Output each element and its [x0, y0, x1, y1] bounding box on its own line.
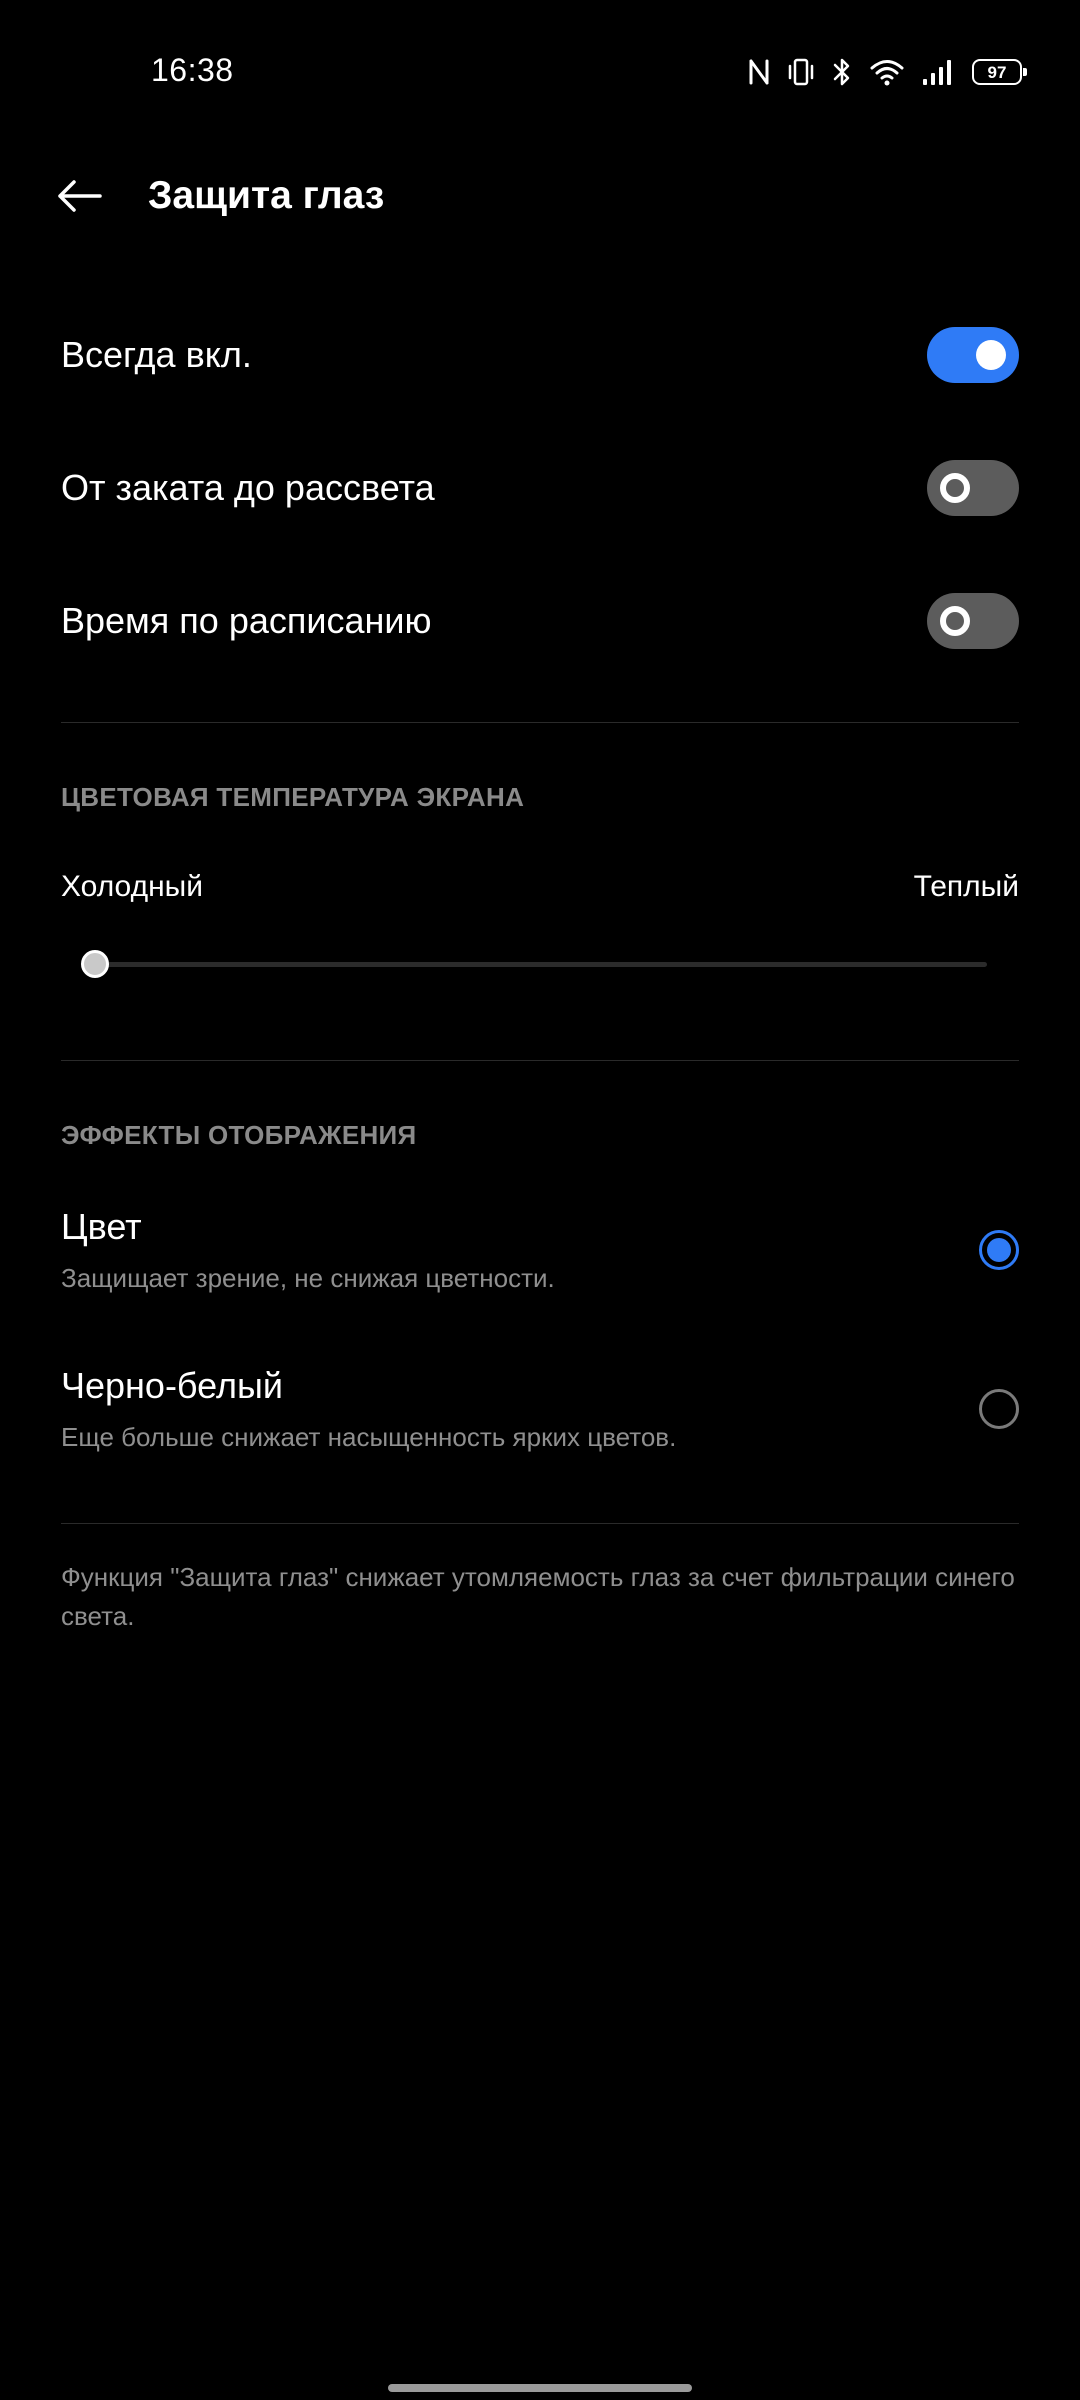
toggle-row-sunset-to-sunrise[interactable]: От заката до рассвета — [61, 438, 1019, 538]
section-header-color-temperature: ЦВЕТОВАЯ ТЕМПЕРАТУРА ЭКРАНА — [61, 782, 525, 812]
radio-button-black-white[interactable] — [979, 1389, 1019, 1429]
radio-title: Цвет — [61, 1206, 142, 1247]
home-indicator[interactable] — [388, 2384, 692, 2392]
divider — [61, 1060, 1019, 1061]
switch-knob — [976, 340, 1006, 370]
radio-button-color[interactable] — [979, 1230, 1019, 1270]
signal-icon — [922, 58, 954, 86]
battery-level: 97 — [987, 62, 1007, 82]
status-time: 16:38 — [151, 52, 234, 88]
slider-thumb[interactable] — [81, 950, 109, 978]
status-bar: 16:38 97 — [0, 0, 1080, 140]
divider — [61, 1523, 1019, 1524]
radio-title: Черно-белый — [61, 1365, 283, 1406]
radio-subtitle: Защищает зрение, не снижая цветности. — [61, 1263, 555, 1293]
status-icons: 97 — [748, 52, 1027, 92]
switch-knob — [940, 606, 970, 636]
toggle-label: Время по расписанию — [61, 600, 432, 641]
radio-row-color[interactable]: Цвет Защищает зрение, не снижая цветност… — [61, 1206, 1019, 1326]
nfc-icon — [748, 58, 770, 86]
wifi-icon — [870, 58, 904, 86]
color-temperature-slider[interactable] — [81, 950, 987, 978]
switch-knob — [940, 473, 970, 503]
toggle-row-always-on[interactable]: Всегда вкл. — [61, 305, 1019, 405]
toggle-label: Всегда вкл. — [61, 334, 252, 375]
battery-icon: 97 — [972, 59, 1027, 85]
vibrate-icon — [788, 57, 814, 87]
slider-min-label: Холодный — [61, 870, 203, 903]
slider-max-label: Теплый — [913, 870, 1019, 903]
sunset-to-sunrise-switch[interactable] — [927, 460, 1019, 516]
back-button[interactable] — [44, 170, 114, 226]
toggle-label: От заката до рассвета — [61, 467, 435, 508]
radio-row-black-white[interactable]: Черно-белый Еще больше снижает насыщенно… — [61, 1365, 1019, 1485]
footer-note: Функция "Защита глаз" снижает утомляемос… — [61, 1562, 1015, 1631]
toggle-row-scheduled[interactable]: Время по расписанию — [61, 571, 1019, 671]
always-on-switch[interactable] — [927, 327, 1019, 383]
bluetooth-icon — [832, 57, 852, 87]
radio-subtitle: Еще больше снижает насыщенность ярких цв… — [61, 1422, 677, 1452]
page-title: Защита глаз — [148, 174, 385, 217]
arrow-left-icon — [56, 178, 102, 219]
divider — [61, 722, 1019, 723]
app-bar: Защита глаз — [0, 150, 1080, 246]
scheduled-switch[interactable] — [927, 593, 1019, 649]
section-header-display-effects: ЭФФЕКТЫ ОТОБРАЖЕНИЯ — [61, 1120, 417, 1150]
